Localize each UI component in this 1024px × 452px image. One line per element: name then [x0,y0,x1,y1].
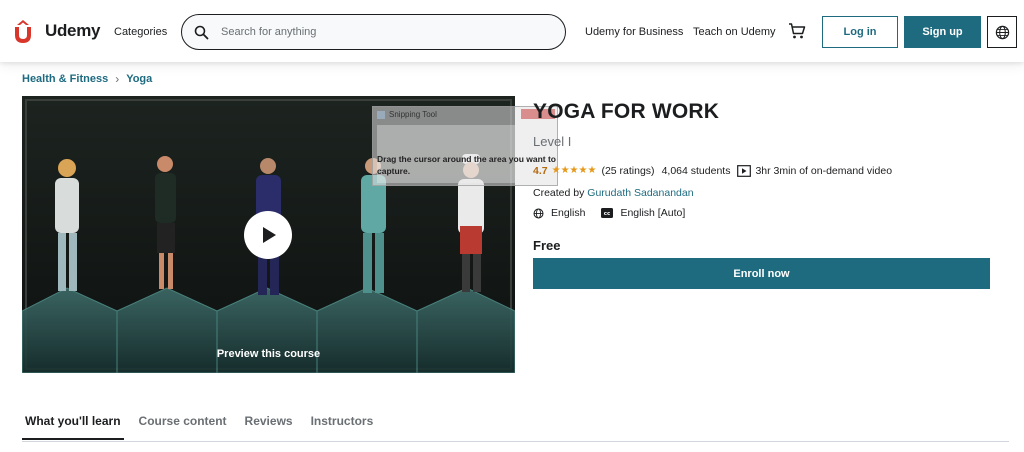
tab-instructors[interactable]: Instructors [308,410,377,440]
search-input[interactable] [221,26,541,38]
udemy-logo[interactable]: Udemy [12,18,100,44]
language-button[interactable] [987,16,1017,48]
snipping-tool-window[interactable]: Snipping Tool Drag the cursor around the… [372,106,558,186]
rating-value: 4.7 [533,165,548,177]
course-subtitle: Level I [533,134,572,149]
created-by-label: Created by [533,187,585,199]
course-tabs: What you'll learn Course content Reviews… [22,410,388,440]
enroll-now-button[interactable]: Enroll now [533,258,990,289]
snipping-tool-title: Snipping Tool [389,110,437,119]
author-link[interactable]: Gurudath Sadanandan [587,187,693,199]
snipping-tool-icon [377,110,385,119]
snipping-tool-message: Drag the cursor around the area you want… [377,154,557,176]
udemy-logo-icon [15,20,31,43]
preview-course-label[interactable]: Preview this course [22,348,515,360]
star-icon: ★ [560,165,570,176]
star-icon: ★ [551,165,561,176]
globe-icon [533,208,544,219]
breadcrumb-item-yoga[interactable]: Yoga [126,73,152,85]
course-language: English [551,207,586,219]
teach-on-udemy-link[interactable]: Teach on Udemy [693,26,776,38]
course-price: Free [533,238,561,253]
login-button[interactable]: Log in [822,16,898,48]
rating-count[interactable]: (25 ratings) [601,165,654,177]
video-icon [737,165,752,177]
globe-icon [995,25,1009,39]
star-icon: ★ [578,165,588,176]
closed-captions-icon: cc [601,208,614,218]
star-rating: ★ ★ ★ ★ ★ [552,166,597,176]
top-header: Udemy Categories Udemy for Business Teac… [0,0,1024,62]
tab-course-content[interactable]: Course content [136,410,230,440]
udemy-for-business-link[interactable]: Udemy for Business [585,26,683,38]
students-count: 4,064 students [661,165,731,177]
star-icon: ★ [569,165,579,176]
svg-text:cc: cc [604,211,611,217]
search-icon[interactable] [194,25,209,40]
rating-row: 4.7 ★ ★ ★ ★ ★ (25 ratings) 4,064 student… [533,165,892,177]
tab-reviews[interactable]: Reviews [242,410,296,440]
chevron-right-icon: › [115,72,120,86]
play-icon [263,227,276,243]
logo-text: Udemy [45,21,101,40]
breadcrumb-item-health-fitness[interactable]: Health & Fitness [22,73,108,85]
half-star-icon: ★ [587,165,597,176]
tabs-divider [22,441,1009,442]
cart-icon[interactable] [788,22,806,45]
signup-button[interactable]: Sign up [904,16,981,48]
created-by: Created by Gurudath Sadanandan [533,187,694,199]
play-button[interactable] [244,211,292,259]
video-length: 3hr 3min of on-demand video [755,165,893,177]
tab-what-youll-learn[interactable]: What you'll learn [22,410,124,440]
course-captions: English [Auto] [620,207,686,219]
course-title: YOGA FOR WORK [533,100,720,123]
language-row: English cc English [Auto] [533,207,685,219]
categories-link[interactable]: Categories [114,26,167,38]
search-bar[interactable] [181,14,566,50]
breadcrumb: Health & Fitness › Yoga [22,72,152,86]
